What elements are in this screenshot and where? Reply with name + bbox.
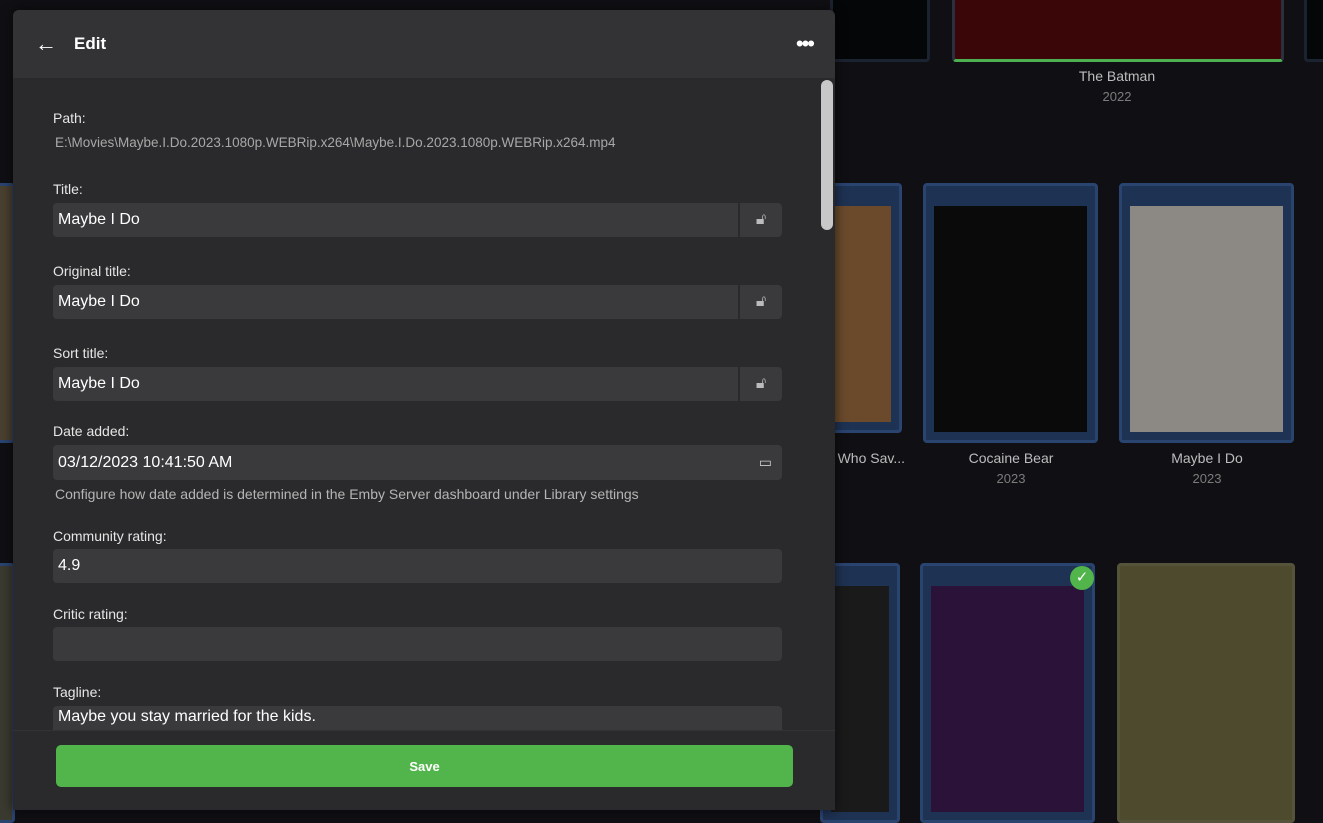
dialog-title: Edit bbox=[74, 34, 107, 53]
date-added-label: Date added: bbox=[53, 423, 130, 439]
original-title-label: Original title: bbox=[53, 263, 131, 279]
tagline-label: Tagline: bbox=[53, 684, 102, 700]
critic-rating-label: Critic rating: bbox=[53, 606, 128, 622]
title-input[interactable] bbox=[53, 203, 738, 237]
critic-rating-input[interactable] bbox=[53, 627, 782, 661]
save-button[interactable]: Save bbox=[56, 745, 793, 787]
poster-year: 2023 bbox=[1192, 471, 1222, 486]
poster-partial-top-right[interactable] bbox=[1304, 0, 1323, 62]
arrow-left-icon[interactable]: ← bbox=[35, 31, 57, 57]
poster-title[interactable]: Maybe I Do bbox=[1117, 450, 1297, 466]
path-label: Path: bbox=[53, 110, 86, 126]
calendar-icon[interactable]: ▭ bbox=[759, 454, 772, 471]
title-label: Title: bbox=[53, 181, 83, 197]
unlock-icon[interactable]: 🔓︎ bbox=[738, 367, 782, 401]
poster-the-batman[interactable] bbox=[952, 0, 1284, 62]
poster-maybe-i-do[interactable] bbox=[1119, 183, 1294, 443]
poster-year: 2023 bbox=[996, 471, 1026, 486]
community-rating-label: Community rating: bbox=[53, 528, 167, 544]
path-value: E:\Movies\Maybe.I.Do.2023.1080p.WEBRip.x… bbox=[55, 135, 616, 150]
sort-title-input[interactable] bbox=[53, 367, 738, 401]
poster-partial-top[interactable] bbox=[830, 0, 930, 62]
original-title-input[interactable] bbox=[53, 285, 738, 319]
unlock-icon[interactable]: 🔓︎ bbox=[738, 285, 782, 319]
poster-title[interactable]: The Batman bbox=[1027, 68, 1207, 84]
more-horizontal-icon[interactable]: ••• bbox=[796, 31, 815, 57]
dialog-content: Path: E:\Movies\Maybe.I.Do.2023.1080p.WE… bbox=[13, 78, 835, 730]
dialog-footer: Save bbox=[13, 730, 835, 810]
tagline-input[interactable] bbox=[53, 706, 782, 728]
community-rating-input[interactable] bbox=[53, 549, 782, 583]
dialog-header: ← Edit ••• bbox=[13, 10, 835, 78]
scrollbar-thumb[interactable] bbox=[821, 80, 833, 230]
date-added-help: Configure how date added is determined i… bbox=[55, 486, 639, 502]
poster-plane[interactable] bbox=[1117, 563, 1295, 823]
poster-cocaine-bear[interactable] bbox=[923, 183, 1098, 443]
edit-metadata-dialog: ← Edit ••• Path: E:\Movies\Maybe.I.Do.20… bbox=[13, 10, 835, 810]
sort-title-label: Sort title: bbox=[53, 345, 109, 361]
poster-redemption[interactable] bbox=[920, 563, 1095, 823]
watched-check-icon: ✓ bbox=[1070, 566, 1094, 590]
poster-year: 2022 bbox=[1102, 89, 1132, 104]
unlock-icon[interactable]: 🔓︎ bbox=[738, 203, 782, 237]
date-added-input[interactable] bbox=[53, 453, 759, 472]
poster-title[interactable]: Cocaine Bear bbox=[921, 450, 1101, 466]
